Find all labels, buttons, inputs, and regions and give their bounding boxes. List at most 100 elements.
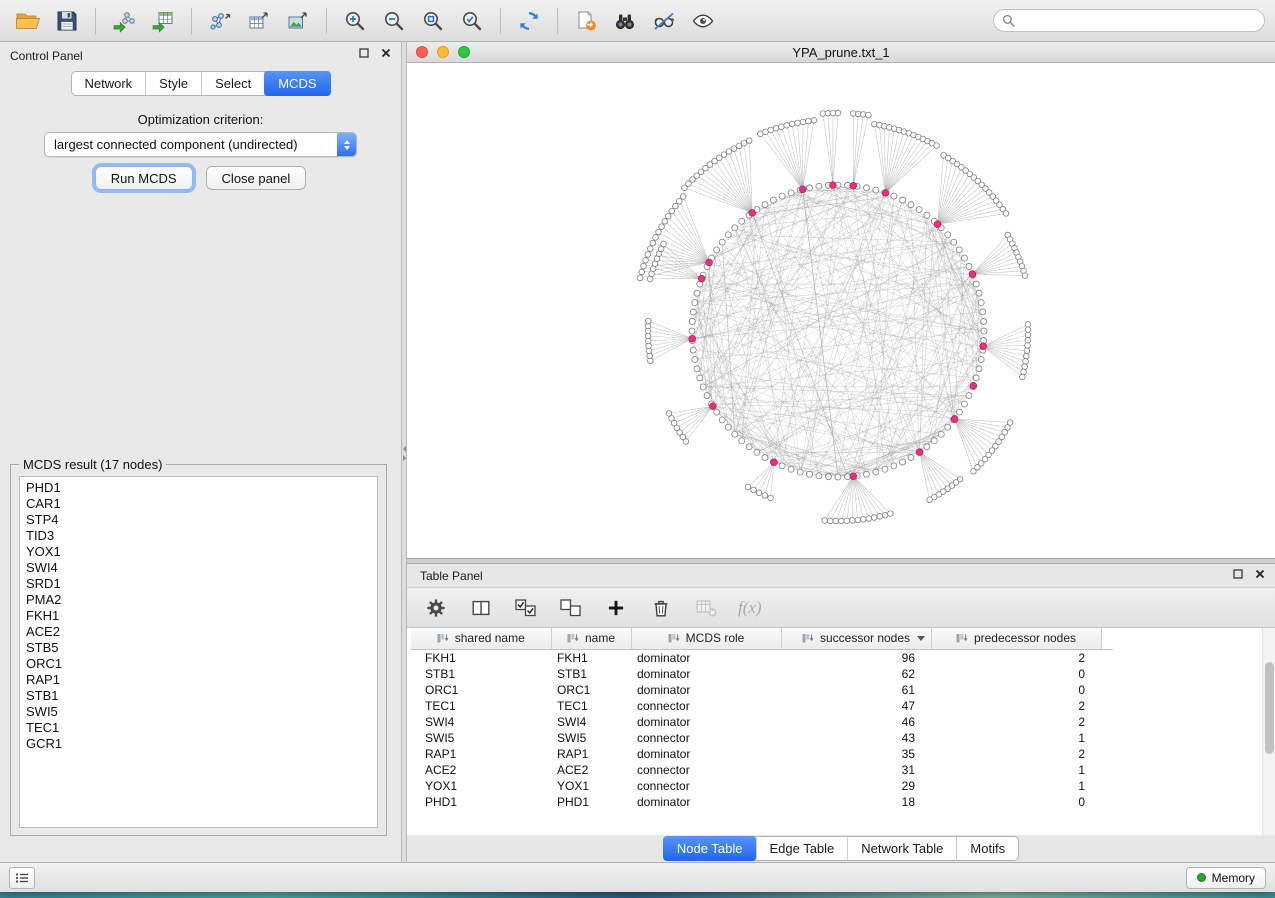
close-window-button[interactable] (416, 46, 428, 58)
table-cell[interactable]: YOX1 (411, 778, 551, 794)
table-row[interactable]: FKH1FKH1dominator962 (411, 649, 1113, 666)
table-cell[interactable]: 2 (931, 649, 1101, 666)
table-scrollbar[interactable] (1262, 628, 1275, 835)
export-table-button[interactable] (241, 5, 277, 37)
mcds-result-item[interactable]: PHD1 (20, 480, 377, 496)
mcds-result-item[interactable]: TID3 (20, 528, 377, 544)
table-row[interactable]: PHD1PHD1dominator180 (411, 794, 1113, 810)
mcds-result-item[interactable]: FKH1 (20, 608, 377, 624)
mcds-result-item[interactable]: SWI5 (20, 704, 377, 720)
table-cell[interactable]: 0 (931, 794, 1101, 810)
float-panel-icon[interactable] (359, 48, 369, 58)
table-cell[interactable]: 0 (931, 682, 1101, 698)
table-cell[interactable]: connector (631, 762, 781, 778)
table-cell[interactable]: STB1 (411, 666, 551, 682)
splitter-handle-icon[interactable] (403, 446, 406, 461)
table-cell[interactable]: 35 (781, 746, 931, 762)
table-cell[interactable]: ORC1 (411, 682, 551, 698)
table-cell[interactable]: 61 (781, 682, 931, 698)
mcds-result-item[interactable]: SRD1 (20, 576, 377, 592)
table-cell[interactable]: 31 (781, 762, 931, 778)
zoom-out-button[interactable] (376, 5, 412, 37)
table-scrollbar-thumb[interactable] (1265, 662, 1274, 754)
table-cell[interactable]: dominator (631, 714, 781, 730)
search-network-button[interactable] (607, 5, 643, 37)
maximize-window-button[interactable] (458, 46, 470, 58)
table-cell[interactable]: 47 (781, 698, 931, 714)
table-cell[interactable]: 1 (931, 762, 1101, 778)
table-cell[interactable]: SWI4 (551, 714, 631, 730)
table-cell[interactable]: TEC1 (551, 698, 631, 714)
panel-menu-button[interactable] (9, 867, 35, 889)
mcds-result-item[interactable]: ORC1 (20, 656, 377, 672)
network-graph[interactable] (407, 63, 1273, 558)
import-network-button[interactable] (106, 5, 142, 37)
memory-button[interactable]: Memory (1186, 867, 1266, 889)
mcds-result-item[interactable]: CAR1 (20, 496, 377, 512)
mcds-result-item[interactable]: YOX1 (20, 544, 377, 560)
show-column-button[interactable] (468, 595, 494, 621)
table-cell[interactable]: dominator (631, 666, 781, 682)
table-cell[interactable]: 1 (931, 730, 1101, 746)
table-row[interactable]: SWI4SWI4dominator462 (411, 714, 1113, 730)
table-cell[interactable]: SWI5 (551, 730, 631, 746)
table-cell[interactable]: SWI4 (411, 714, 551, 730)
table-cell[interactable]: 0 (931, 666, 1101, 682)
optimization-criterion-select[interactable]: largest connected component (undirected) (44, 132, 357, 157)
table-cell[interactable]: 2 (931, 698, 1101, 714)
table-row[interactable]: STB1STB1dominator620 (411, 666, 1113, 682)
mcds-result-item[interactable]: GCR1 (20, 736, 377, 752)
network-titlebar[interactable]: YPA_prune.txt_1 (407, 42, 1275, 63)
mcds-result-item[interactable]: STP4 (20, 512, 377, 528)
column-header-name[interactable]: name (551, 628, 631, 649)
column-header-successor-nodes[interactable]: successor nodes (781, 628, 931, 649)
add-function-row-button[interactable] (603, 595, 629, 621)
close-panel-button[interactable]: Close panel (206, 166, 307, 190)
mcds-result-list[interactable]: PHD1CAR1STP4TID3YOX1SWI4SRD1PMA2FKH1ACE2… (19, 476, 378, 828)
zoom-selected-button[interactable] (454, 5, 490, 37)
table-cell[interactable]: ACE2 (411, 762, 551, 778)
mcds-result-item[interactable]: PMA2 (20, 592, 377, 608)
delete-rows-button[interactable] (648, 595, 674, 621)
save-session-button[interactable] (49, 5, 85, 37)
chevron-down-icon[interactable] (917, 636, 925, 641)
table-row[interactable]: YOX1YOX1connector291 (411, 778, 1113, 794)
search-input[interactable] (1021, 14, 1256, 28)
table-cell[interactable]: dominator (631, 682, 781, 698)
mcds-result-item[interactable]: TEC1 (20, 720, 377, 736)
table-cell[interactable]: RAP1 (411, 746, 551, 762)
mcds-result-item[interactable]: STB5 (20, 640, 377, 656)
zoom-fit-button[interactable] (415, 5, 451, 37)
table-row[interactable]: TEC1TEC1connector472 (411, 698, 1113, 714)
close-panel-icon[interactable] (1255, 569, 1265, 579)
mcds-result-item[interactable]: SWI4 (20, 560, 377, 576)
table-cell[interactable]: connector (631, 778, 781, 794)
export-image-button[interactable] (280, 5, 316, 37)
mcds-result-item[interactable]: RAP1 (20, 672, 377, 688)
table-cell[interactable]: TEC1 (411, 698, 551, 714)
table-cell[interactable]: FKH1 (551, 649, 631, 666)
table-cell[interactable]: PHD1 (551, 794, 631, 810)
column-header-shared-name[interactable]: shared name (411, 628, 551, 649)
table-cell[interactable]: ORC1 (551, 682, 631, 698)
table-cell[interactable]: 1 (931, 778, 1101, 794)
table-cell[interactable]: 2 (931, 714, 1101, 730)
table-row[interactable]: ACE2ACE2connector311 (411, 762, 1113, 778)
minimize-window-button[interactable] (437, 46, 449, 58)
search-box[interactable] (993, 9, 1265, 32)
table-settings-button[interactable] (423, 595, 449, 621)
tab-style[interactable]: Style (146, 72, 202, 95)
table-cell[interactable]: connector (631, 730, 781, 746)
column-header-predecessor-nodes[interactable]: predecessor nodes (931, 628, 1101, 649)
export-network-button[interactable] (202, 5, 238, 37)
column-header-mcds-role[interactable]: MCDS role (631, 628, 781, 649)
table-cell[interactable]: STB1 (551, 666, 631, 682)
tab-network-table[interactable]: Network Table (848, 837, 957, 860)
table-cell[interactable]: PHD1 (411, 794, 551, 810)
deselect-all-button[interactable] (558, 595, 584, 621)
table-cell[interactable]: 2 (931, 746, 1101, 762)
table-cell[interactable]: 43 (781, 730, 931, 746)
table-cell[interactable]: connector (631, 698, 781, 714)
import-table-button[interactable] (145, 5, 181, 37)
table-row[interactable]: ORC1ORC1dominator610 (411, 682, 1113, 698)
